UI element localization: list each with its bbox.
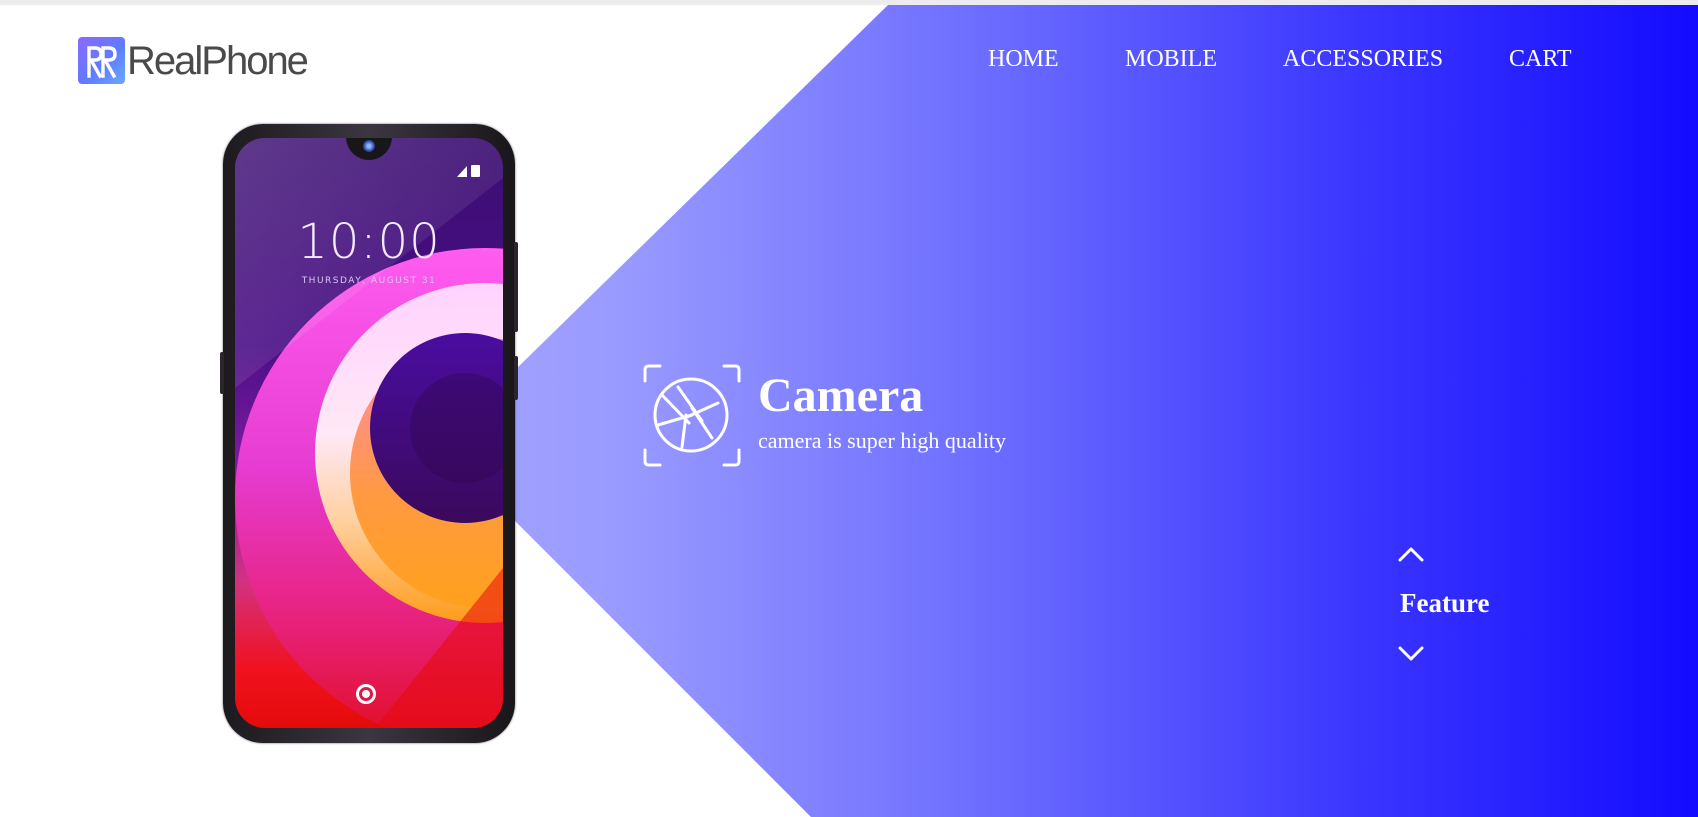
phone-volume-button	[514, 242, 518, 332]
home-button-icon	[356, 684, 376, 704]
phone-image: 10:00 THURSDAY, AUGUST 31	[220, 124, 518, 743]
main-nav: HOME MOBILE ACCESSORIES CART	[0, 46, 1698, 76]
chevron-down-icon[interactable]	[1398, 645, 1424, 663]
chevron-up-icon[interactable]	[1398, 545, 1424, 563]
nav-home[interactable]: HOME	[988, 46, 1059, 73]
feature-switcher-label: Feature	[1400, 588, 1490, 618]
top-border	[0, 0, 1698, 5]
signal-battery-icon	[457, 164, 483, 183]
camera-aperture-icon	[642, 363, 742, 468]
nav-accessories[interactable]: ACCESSORIES	[1283, 46, 1443, 73]
phone-side-button	[220, 352, 224, 394]
phone-clock: 10:00	[297, 214, 441, 270]
nav-cart[interactable]: CART	[1509, 46, 1572, 73]
front-camera-icon	[363, 140, 375, 152]
nav-mobile[interactable]: MOBILE	[1125, 46, 1217, 73]
phone-screen: 10:00 THURSDAY, AUGUST 31	[235, 138, 503, 728]
feature-description: camera is super high quality	[758, 428, 1007, 453]
feature-title: Camera	[758, 369, 924, 422]
phone-power-button	[514, 356, 518, 400]
phone-date: THURSDAY, AUGUST 31	[301, 276, 437, 286]
